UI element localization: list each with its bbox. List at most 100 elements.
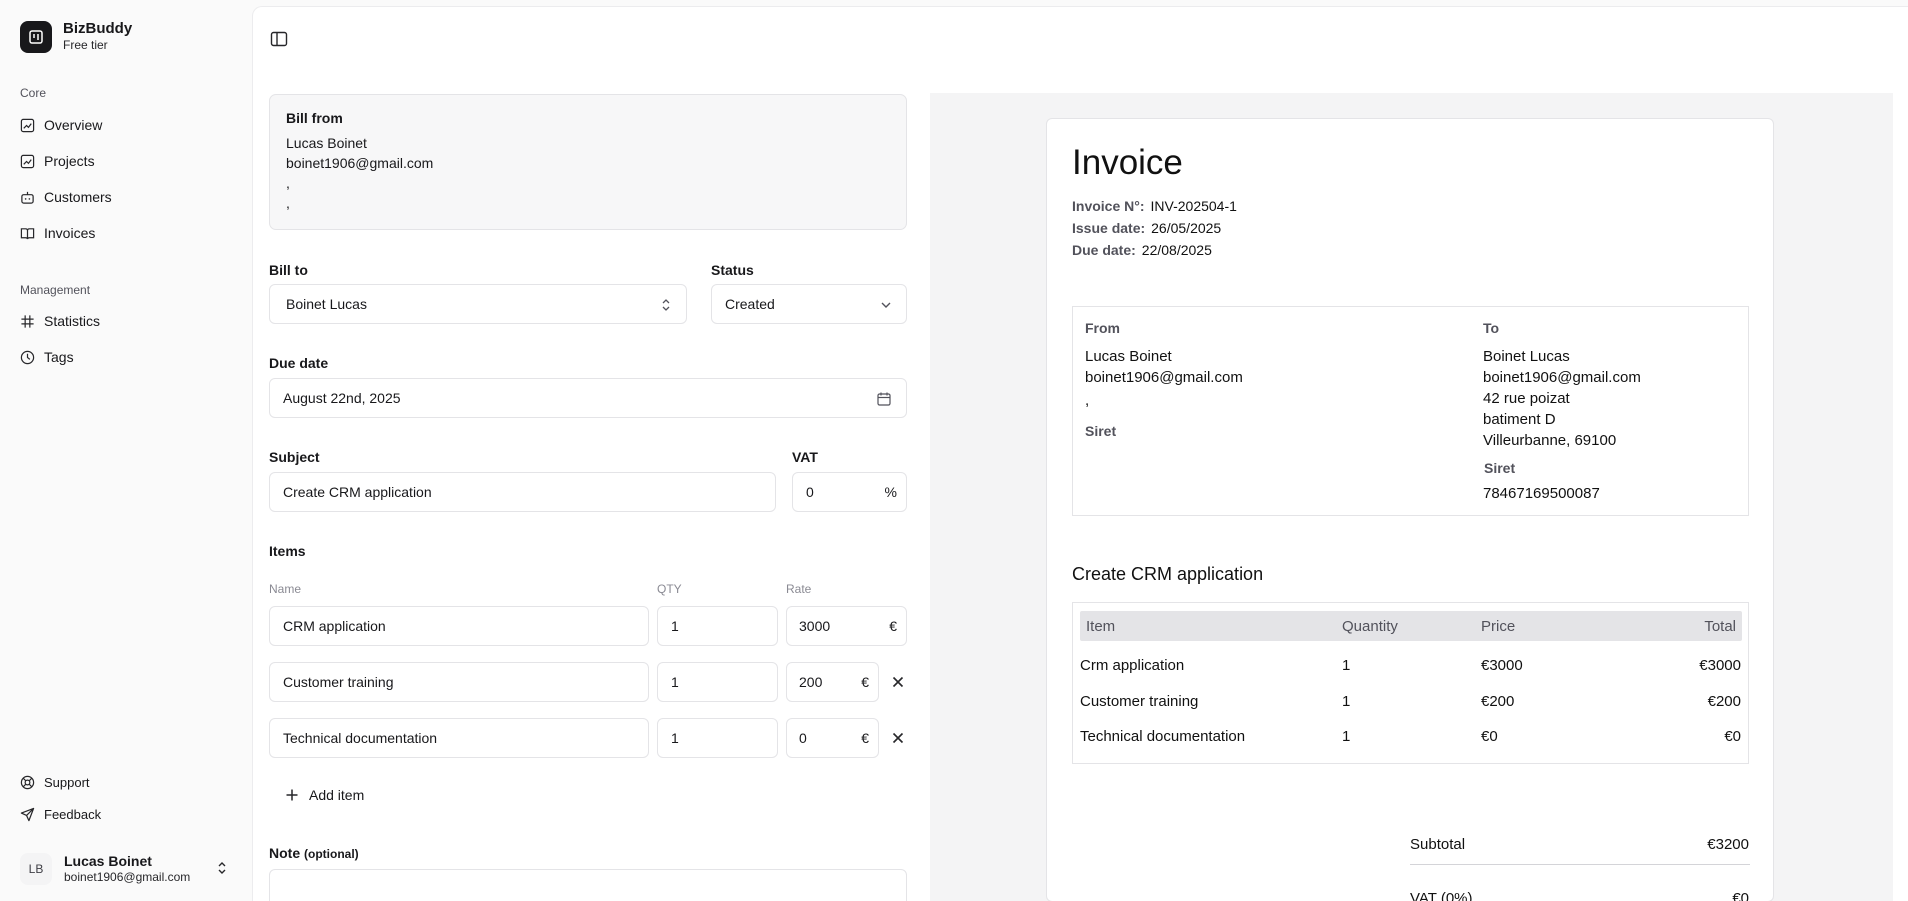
- sidebar-item-projects[interactable]: Projects: [20, 150, 95, 172]
- status-select[interactable]: Created: [711, 284, 907, 324]
- table-cell-item: Technical documentation: [1080, 728, 1246, 745]
- app-tier: Free tier: [63, 38, 108, 52]
- subtotal-value: €3200: [1707, 836, 1749, 853]
- issue-date-label: Issue date:: [1072, 220, 1146, 236]
- item-name-input[interactable]: Customer training: [269, 662, 649, 702]
- calendar-icon: [877, 392, 891, 406]
- item-qty-value: 1: [671, 618, 679, 634]
- to-siret-value: 78467169500087: [1483, 485, 1600, 502]
- sidebar-item-support[interactable]: Support: [20, 771, 90, 793]
- sidebar-item-overview[interactable]: Overview: [20, 114, 102, 136]
- sidebar-item-label: Feedback: [44, 806, 102, 822]
- item-qty-input[interactable]: 1: [657, 606, 778, 646]
- subtotal-label: Subtotal: [1410, 836, 1466, 853]
- table-cell-quantity: 1: [1342, 728, 1351, 745]
- chevrons-up-down-icon: [662, 299, 670, 311]
- note-label-text: Note: [269, 845, 301, 861]
- user-email: boinet1906@gmail.com: [64, 870, 191, 884]
- tags-icon: [20, 350, 35, 364]
- note-optional-text: (optional): [304, 847, 359, 861]
- currency-suffix: €: [889, 618, 897, 634]
- bill-from-card: Bill from Lucas Boinet boinet1906@gmail.…: [269, 94, 907, 230]
- remove-item-close-icon[interactable]: [889, 673, 907, 691]
- status-value: Created: [725, 296, 775, 312]
- main-content: Bill from Lucas Boinet boinet1906@gmail.…: [252, 6, 1908, 901]
- vat-value: 0: [806, 484, 814, 500]
- to-line: boinet1906@gmail.com: [1483, 369, 1641, 386]
- sidebar-item-invoices[interactable]: Invoices: [20, 222, 95, 244]
- bill-from-line: boinet1906@gmail.com: [286, 155, 434, 171]
- from-line: Lucas Boinet: [1085, 348, 1172, 365]
- status-label: Status: [711, 262, 754, 278]
- brand[interactable]: BizBuddy Free tier: [20, 20, 132, 53]
- to-line: batiment D: [1483, 411, 1556, 428]
- item-rate-input[interactable]: 200 €: [786, 662, 879, 702]
- sidebar-item-label: Statistics: [44, 313, 101, 329]
- invoice-preview: Invoice Invoice N°: INV-202504-1 Issue da…: [1046, 118, 1774, 901]
- projects-icon: [20, 154, 35, 168]
- col-total: Total: [1704, 618, 1736, 635]
- to-line: 42 rue poizat: [1483, 390, 1570, 407]
- subject-input[interactable]: Create CRM application: [269, 472, 776, 512]
- vat-input[interactable]: 0 %: [792, 472, 907, 512]
- item-rate-input[interactable]: 0 €: [786, 718, 879, 758]
- add-item-label: Add item: [309, 787, 365, 803]
- col-item: Item: [1086, 618, 1116, 635]
- brand-logo-icon: [20, 20, 52, 53]
- item-rate-value: 3000: [799, 618, 831, 634]
- from-siret-label: Siret: [1085, 423, 1117, 439]
- to-line: Villeurbanne, 69100: [1483, 432, 1617, 449]
- vat-suffix: %: [884, 484, 897, 500]
- sidebar-item-label: Support: [44, 774, 90, 790]
- table-header: Item Quantity Price Total: [1080, 611, 1742, 641]
- sidebar-item-customers[interactable]: Customers: [20, 186, 112, 208]
- from-line: ,: [1085, 392, 1090, 409]
- item-qty-value: 1: [671, 674, 679, 690]
- note-textarea[interactable]: [269, 869, 907, 901]
- due-date-value: August 22nd, 2025: [283, 390, 401, 406]
- invoice-number-label: Invoice N°:: [1072, 198, 1145, 214]
- items-col-rate: Rate: [786, 582, 812, 596]
- invoice-title: Invoice: [1072, 143, 1183, 182]
- bill-from-title: Bill from: [286, 110, 343, 126]
- remove-item-close-icon[interactable]: [889, 729, 907, 747]
- invoice-subject: Create CRM application: [1072, 564, 1264, 584]
- chevron-down-icon: [881, 302, 891, 308]
- chevrons-up-down-icon: [218, 862, 226, 874]
- item-qty-value: 1: [671, 730, 679, 746]
- sidebar-item-tags[interactable]: Tags: [20, 346, 74, 368]
- bill-to-select[interactable]: Boinet Lucas: [269, 284, 687, 324]
- sidebar-item-feedback[interactable]: Feedback: [20, 803, 101, 825]
- to-title: To: [1483, 320, 1500, 336]
- item-qty-input[interactable]: 1: [657, 662, 778, 702]
- table-cell-total: €200: [1707, 693, 1741, 710]
- due-date-label: Due date:: [1072, 242, 1136, 258]
- due-date-value: 22/08/2025: [1141, 242, 1212, 258]
- table-cell-price: €200: [1481, 693, 1515, 710]
- items-label: Items: [269, 543, 306, 559]
- sidebar-item-statistics[interactable]: Statistics: [20, 310, 100, 332]
- overview-icon: [20, 118, 35, 132]
- add-item-button[interactable]: Add item: [285, 787, 364, 803]
- sidebar-item-label: Invoices: [44, 225, 96, 241]
- items-col-qty: QTY: [657, 582, 682, 596]
- item-name-input[interactable]: Technical documentation: [269, 718, 649, 758]
- note-label: Note (optional): [269, 845, 359, 861]
- table-cell-total: €3000: [1699, 657, 1741, 674]
- totals-divider: [1410, 864, 1750, 865]
- item-name-value: Technical documentation: [283, 730, 438, 746]
- item-name-input[interactable]: CRM application: [269, 606, 649, 646]
- vat-total-label: VAT (0%): [1410, 890, 1473, 901]
- item-qty-input[interactable]: 1: [657, 718, 778, 758]
- due-date-picker[interactable]: August 22nd, 2025: [269, 378, 907, 418]
- parties-box: From Lucas Boinet boinet1906@gmail.com ,…: [1072, 306, 1749, 516]
- table-cell-quantity: 1: [1342, 657, 1351, 674]
- item-rate-input[interactable]: 3000 €: [786, 606, 907, 646]
- bill-to-label: Bill to: [269, 262, 308, 278]
- user-menu[interactable]: LB Lucas Boinet boinet1906@gmail.com: [20, 849, 230, 889]
- table-cell-quantity: 1: [1342, 693, 1351, 710]
- to-line: Boinet Lucas: [1483, 348, 1570, 365]
- sidebar: BizBuddy Free tier Core Overview Project…: [0, 0, 250, 901]
- vat-total-value: €0: [1732, 890, 1749, 901]
- sidebar-item-label: Overview: [44, 117, 103, 133]
